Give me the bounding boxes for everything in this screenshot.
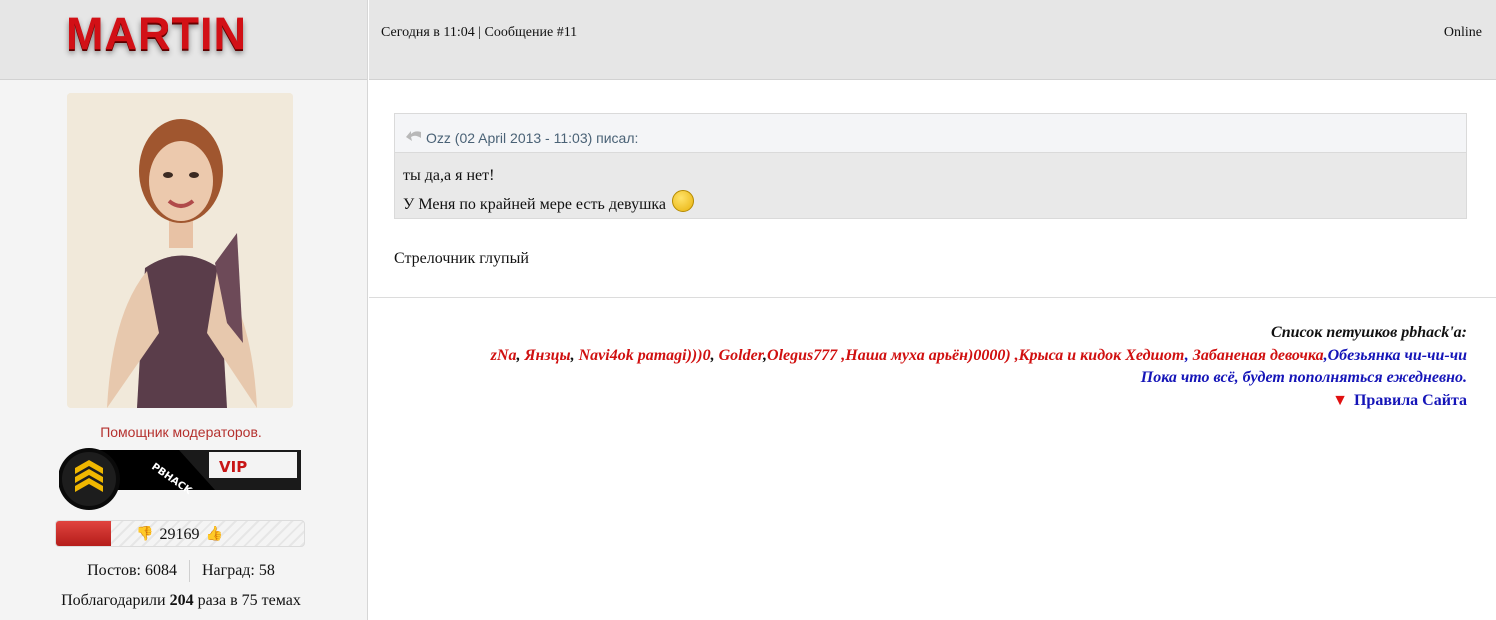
signature: Список петушков pbhack'a: zNa, Янзцы, Na… (394, 322, 1467, 412)
thanks-line: Поблагодарили 204 раза в 75 темах (0, 592, 362, 610)
quote-header: Ozz (02 April 2013 - 11:03) писал: (395, 114, 1466, 153)
signature-item: , (1184, 346, 1193, 364)
reputation-fill (56, 521, 111, 546)
posts-count: Постов: 6084 (87, 562, 177, 579)
signature-note: Пока что всё, будет пополняться ежедневн… (1140, 369, 1467, 386)
post-header: Сегодня в 11:04 | Сообщение #11 Online (369, 0, 1496, 80)
signature-divider (369, 297, 1496, 298)
smiley-icon (672, 190, 695, 212)
signature-item: Golder (718, 346, 764, 364)
author-role: Помощник модераторов. (100, 424, 262, 440)
signature-item: Забаненая девочка (1192, 346, 1324, 364)
awards-count[interactable]: Наград: 58 (188, 560, 287, 582)
author-header: MARTIN (0, 0, 367, 80)
signature-title: Список петушков pbhack'a: (1271, 324, 1467, 341)
rules-link[interactable]: ▼ Правила Сайта (394, 390, 1467, 413)
avatar[interactable] (67, 93, 293, 408)
quote-line: У Меня по крайней мере есть девушка (403, 190, 1458, 219)
author-username[interactable]: MARTIN (66, 6, 247, 62)
signature-item: Янзцы (524, 346, 571, 364)
quote-author[interactable]: Ozz (02 April 2013 - 11:03) писал: (426, 130, 638, 146)
signature-item: , (570, 346, 579, 364)
quote-body: ты да,а я нет! У Меня по крайней мере ес… (395, 153, 1466, 227)
thumbs-up-icon[interactable]: 👍 (205, 526, 222, 543)
quote-arrow-icon (405, 129, 423, 146)
signature-item: Крыса и кидок Хедшот (1018, 346, 1185, 364)
reputation-bar: 👎 29169 👍 (55, 520, 305, 547)
post-message: Стрелочник глупый (394, 250, 529, 267)
signature-item: Navi4ok pamagi)))0 (578, 346, 711, 364)
quote-block: Ozz (02 April 2013 - 11:03) писал: ты да… (394, 113, 1467, 219)
thumbs-down-icon[interactable]: 👎 (136, 526, 153, 543)
rank-badge: VIP PBHACK (58, 446, 303, 512)
signature-item: , (710, 346, 719, 364)
signature-item: zNa (490, 346, 517, 364)
thanks-count: 204 (169, 592, 194, 609)
avatar-image (67, 93, 293, 408)
signature-list: zNa, Янзцы, Navi4ok pamagi)))0, Golder,O… (394, 345, 1467, 368)
author-sidebar: MARTIN Помощник модераторов. VIP PBHACK (0, 0, 368, 620)
signature-item: Olegus777 ,Наша муха арьён)0000) , (767, 346, 1019, 364)
rank-badge-label: VIP (219, 458, 247, 476)
author-stats: Постов: 6084 Наград: 58 (0, 560, 362, 582)
triangle-down-icon: ▼ (1332, 391, 1348, 409)
online-status: Online (1443, 25, 1482, 40)
reputation-controls: 👎 29169 👍 (136, 521, 223, 546)
thanks-prefix: Поблагодарили (61, 592, 170, 609)
quote-line: ты да,а я нет! (403, 167, 495, 184)
signature-item: ,Обезьянка чи-чи-чи (1323, 346, 1467, 364)
post-meta[interactable]: Сегодня в 11:04 | Сообщение #11 (381, 25, 577, 41)
reputation-value: 29169 (159, 525, 200, 543)
thanks-suffix: раза в 75 темах (193, 592, 301, 609)
